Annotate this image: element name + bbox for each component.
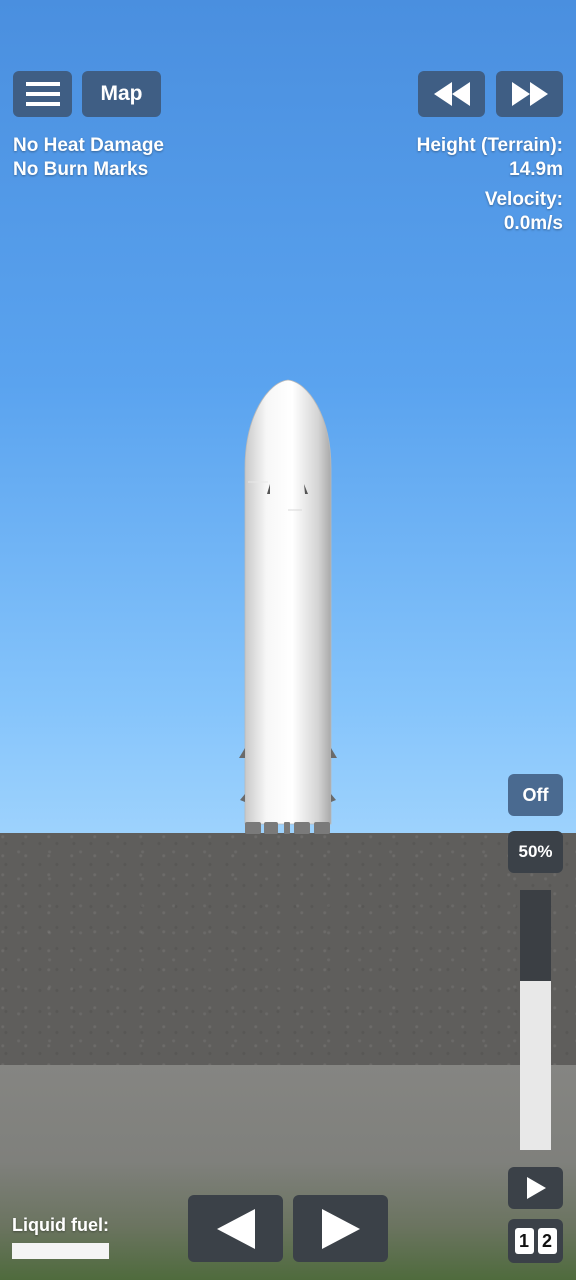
status-burn-marks: No Burn Marks [13, 159, 149, 180]
menu-button[interactable] [13, 71, 72, 117]
throttle-slider[interactable] [520, 890, 551, 1150]
triangle-left-icon [216, 1208, 255, 1249]
stage-digit-one: 1 [514, 1228, 534, 1254]
height-value: 14.9m [509, 159, 563, 180]
stage-play-button[interactable] [508, 1167, 563, 1209]
launch-ground [0, 833, 576, 1065]
hamburger-icon [25, 82, 60, 106]
rotate-right-button[interactable] [293, 1195, 388, 1262]
throttle-percent-label: 50% [518, 842, 553, 861]
stage-selector[interactable]: 1 2 [508, 1219, 563, 1263]
height-label: Height (Terrain): [416, 135, 563, 156]
liquid-fuel-label: Liquid fuel: [12, 1215, 109, 1235]
engine-toggle-button[interactable]: Off [508, 774, 563, 816]
status-heat-damage: No Heat Damage [13, 135, 164, 156]
velocity-value: 0.0m/s [503, 213, 563, 234]
engine-toggle-label: Off [522, 784, 549, 805]
map-button-label: Map [100, 82, 143, 105]
liquid-fuel-bar [12, 1243, 109, 1259]
fast-forward-button[interactable] [496, 71, 563, 117]
triangle-right-icon [321, 1208, 360, 1249]
throttle-fill [520, 981, 551, 1150]
rewind-button[interactable] [418, 71, 485, 117]
rocket [239, 379, 337, 834]
fast-forward-icon [511, 82, 548, 106]
stage-digit-two: 2 [537, 1228, 557, 1254]
rewind-icon [433, 82, 470, 106]
map-button[interactable]: Map [82, 71, 161, 117]
throttle-percent-badge: 50% [508, 831, 563, 873]
play-icon [526, 1177, 546, 1199]
velocity-label: Velocity: [484, 189, 563, 210]
rotate-left-button[interactable] [188, 1195, 283, 1262]
